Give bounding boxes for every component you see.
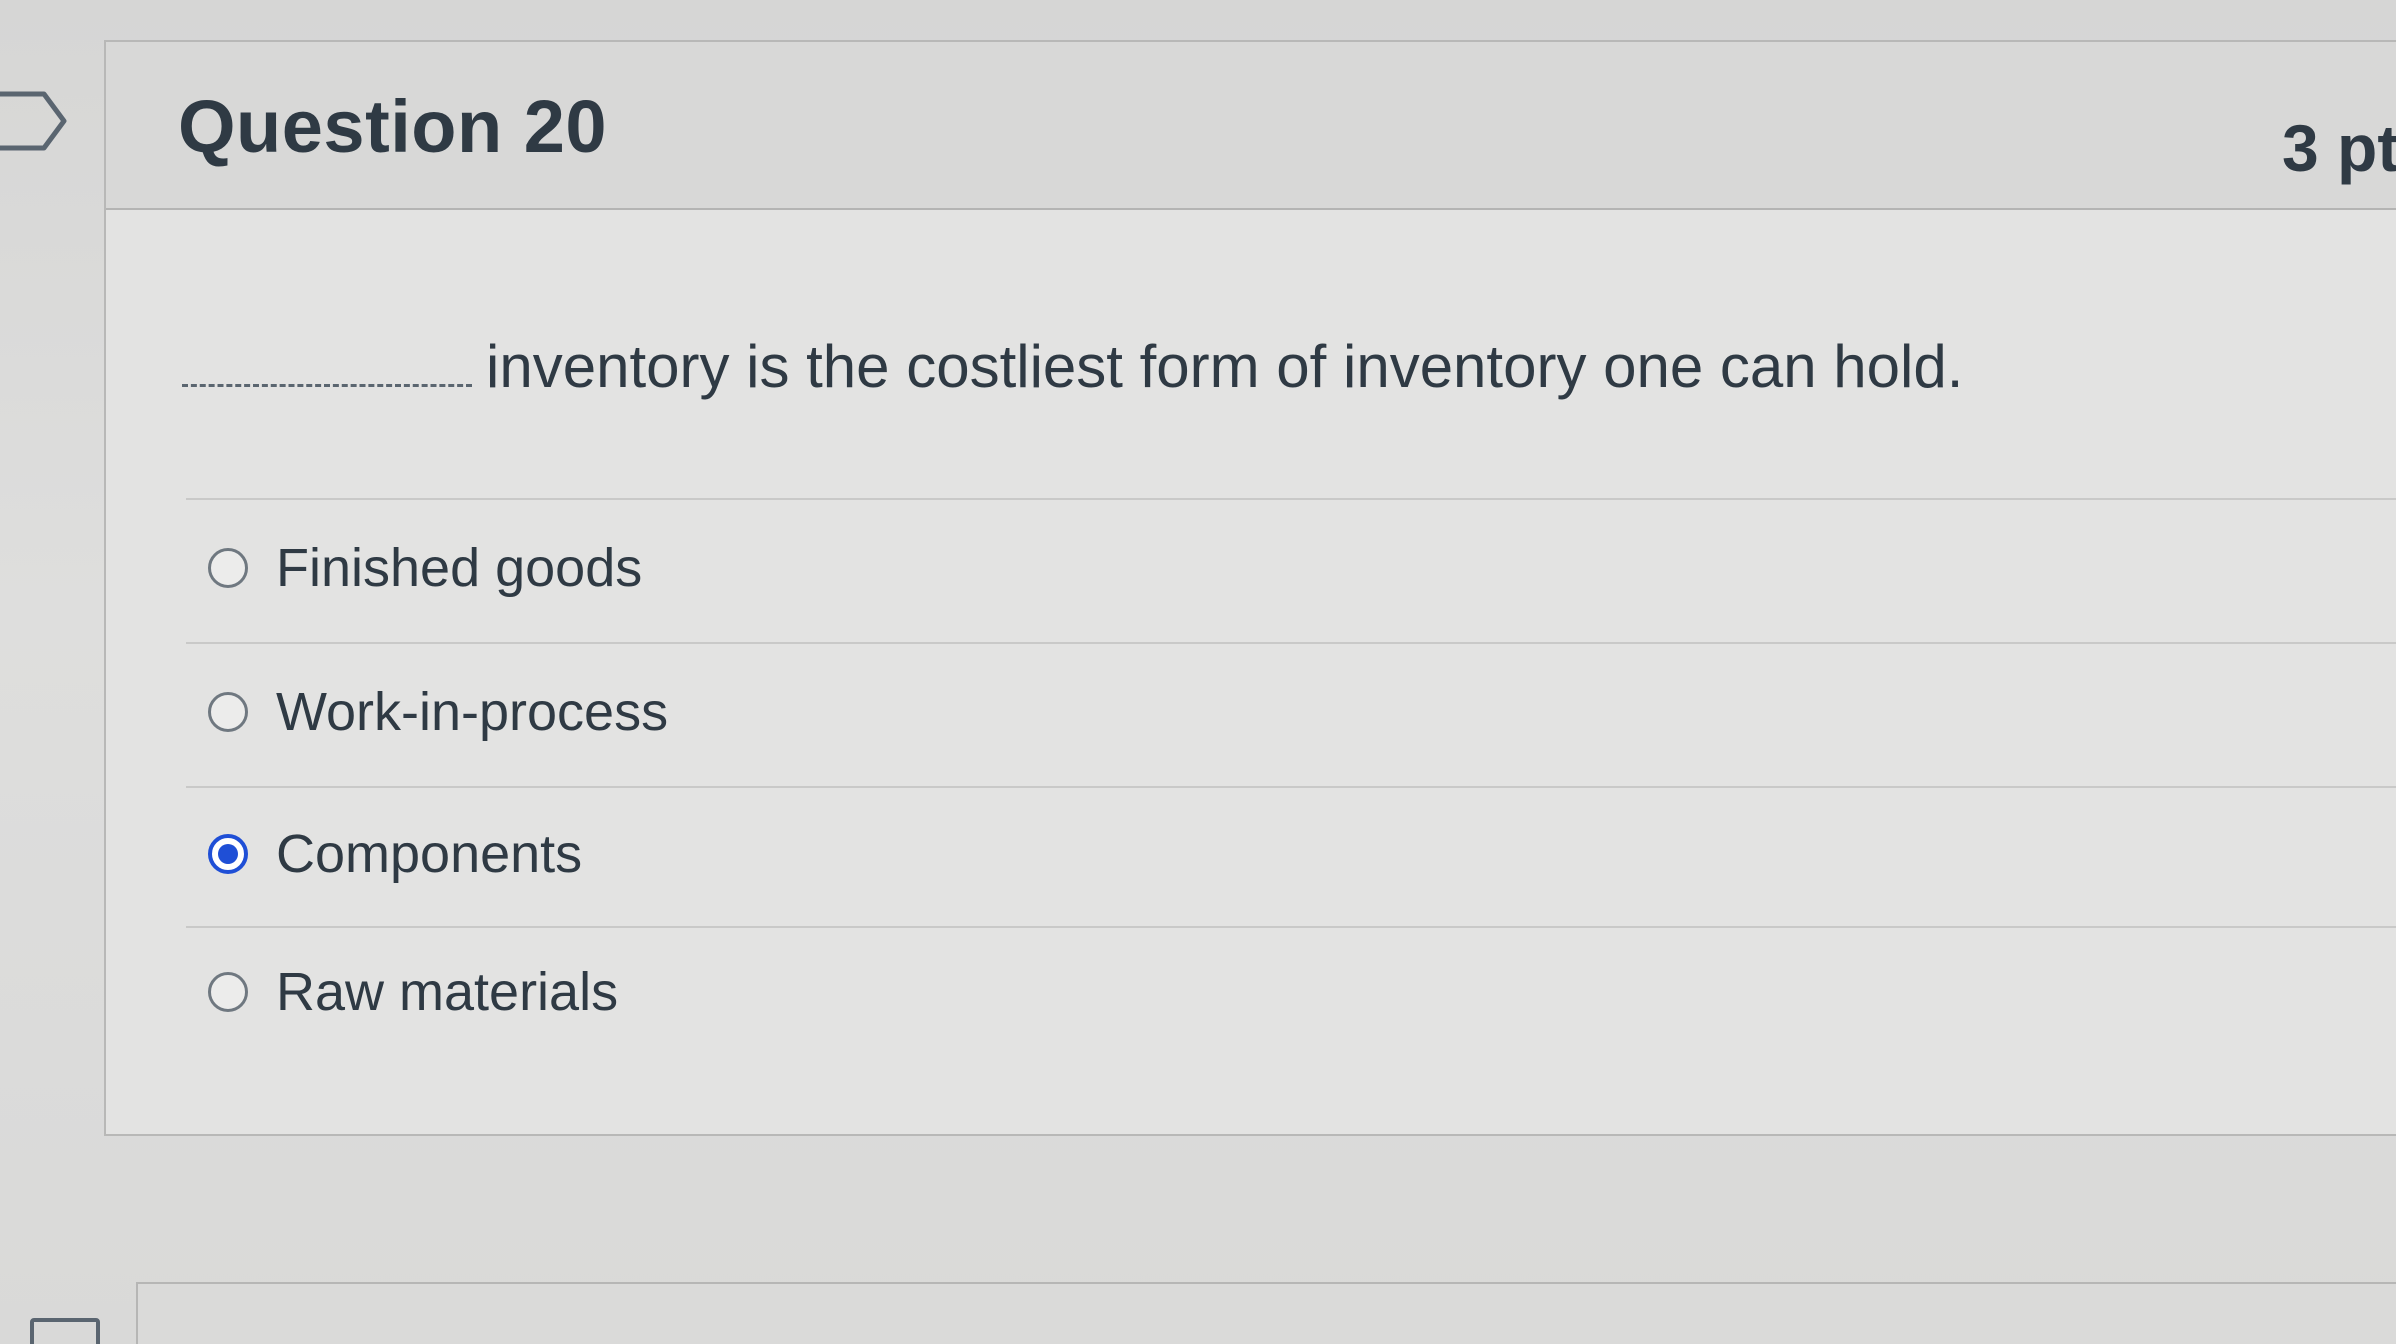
answer-option-finished-goods[interactable]: Finished goods xyxy=(208,518,642,618)
answer-divider xyxy=(186,498,2396,500)
quiz-page: Question 20 3 pts inventory is the costl… xyxy=(0,0,2396,1344)
question-title: Question 20 xyxy=(178,85,608,168)
answer-label: Raw materials xyxy=(276,962,619,1022)
fill-in-blank xyxy=(182,338,472,387)
radio-button[interactable] xyxy=(208,972,248,1012)
question-card: Question 20 3 pts inventory is the costl… xyxy=(104,40,2396,1136)
answer-option-raw-materials[interactable]: Raw materials xyxy=(208,942,618,1042)
radio-button[interactable] xyxy=(208,692,248,732)
answer-divider xyxy=(186,642,2396,644)
question-points: 3 pts xyxy=(2282,111,2396,185)
answer-label: Work-in-process xyxy=(276,682,669,742)
answer-option-work-in-process[interactable]: Work-in-process xyxy=(208,662,668,762)
radio-button-selected[interactable] xyxy=(208,834,248,874)
answer-option-components[interactable]: Components xyxy=(208,804,582,904)
question-text-body: inventory is the costliest form of inven… xyxy=(486,333,1964,400)
answer-divider xyxy=(186,926,2396,928)
answer-label: Components xyxy=(276,824,583,884)
question-text: inventory is the costliest form of inven… xyxy=(182,332,1963,401)
question-header: Question 20 3 pts xyxy=(106,42,2396,210)
answer-label: Finished goods xyxy=(276,538,643,598)
next-flag-icon[interactable] xyxy=(30,1318,100,1344)
next-question-card xyxy=(136,1282,2396,1344)
flag-question-icon[interactable] xyxy=(0,88,70,154)
answer-divider xyxy=(186,786,2396,788)
radio-button[interactable] xyxy=(208,548,248,588)
